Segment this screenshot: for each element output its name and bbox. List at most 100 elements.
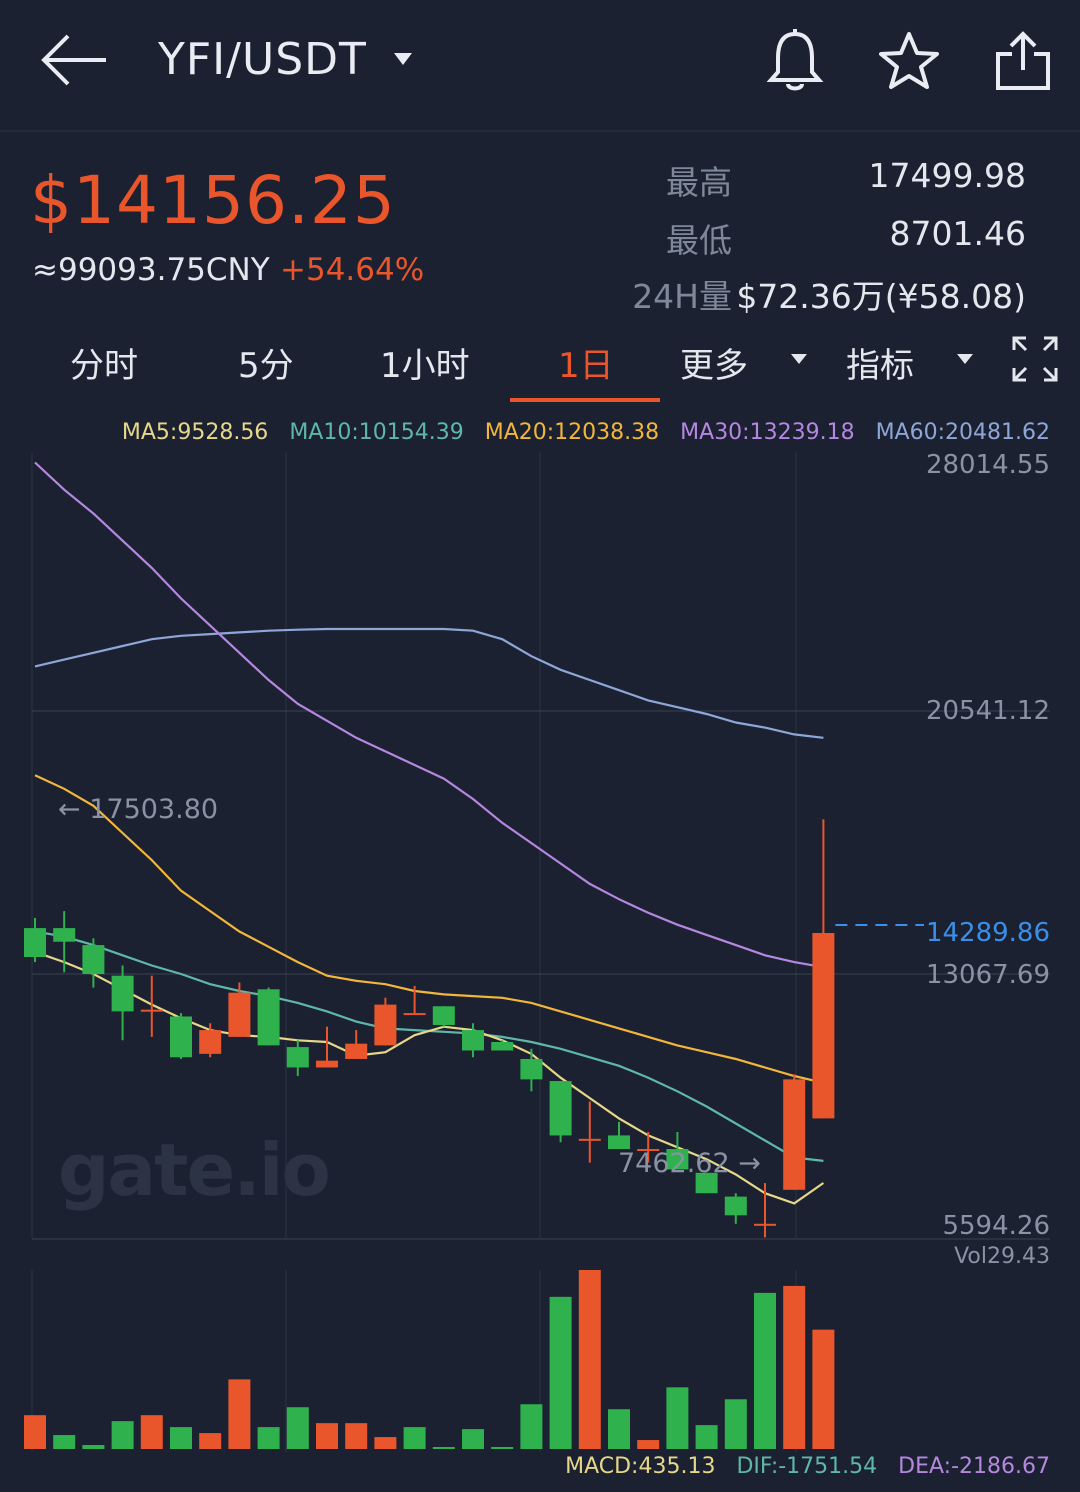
candle-body [170, 1016, 192, 1058]
tab-1hour[interactable]: 1小时 [380, 338, 470, 387]
active-tab-underline [510, 398, 660, 402]
candle-body [608, 1135, 630, 1150]
volume-bar [286, 1407, 309, 1449]
volume-bar [403, 1427, 426, 1449]
high-label: 最高 [666, 163, 732, 202]
share-icon[interactable] [994, 30, 1052, 92]
low-value: 8701.46 [889, 214, 1026, 253]
candle-body [403, 1013, 426, 1016]
macd-value: MACD:435.13 [565, 1454, 716, 1479]
candle-body [24, 928, 46, 958]
volume-bar [754, 1292, 776, 1449]
volume-bar [608, 1409, 630, 1449]
volume-bar [695, 1425, 718, 1449]
volume-bar [316, 1423, 338, 1449]
axis-label-mid1: 20541.12 [925, 696, 1050, 726]
back-arrow-icon[interactable] [40, 30, 110, 90]
volume-bar [549, 1296, 572, 1449]
candle-body [345, 1043, 368, 1059]
candle-body [53, 928, 76, 942]
star-icon[interactable] [878, 30, 940, 92]
volume-bar [783, 1285, 806, 1449]
volume-bar [812, 1329, 835, 1449]
candle-body [228, 992, 251, 1037]
candle-body [812, 933, 835, 1119]
last-price: $14156.25 [30, 162, 396, 239]
candle-body [462, 1030, 484, 1051]
candle-body [754, 1223, 776, 1226]
tab-1day[interactable]: 1日 [558, 338, 614, 387]
tab-more[interactable]: 更多 [680, 338, 748, 387]
pair-title[interactable]: YFI/USDT [158, 34, 367, 85]
volume-bar [53, 1435, 76, 1449]
ma30-line [34, 461, 824, 969]
candle-body [520, 1058, 543, 1080]
volume-bar [520, 1404, 543, 1449]
candle-body [724, 1196, 747, 1216]
bell-icon[interactable] [766, 28, 824, 94]
price-cny: ≈99093.75CNY [32, 252, 270, 288]
candle-body [491, 1041, 514, 1051]
volume-bar [170, 1427, 192, 1449]
ma-lines [34, 461, 825, 1205]
volume-bar [432, 1447, 455, 1449]
volume-bars [24, 1270, 835, 1449]
volume-bar [491, 1447, 514, 1449]
volume-bar [462, 1429, 484, 1449]
volume-bar [199, 1433, 222, 1449]
volume-bar [140, 1415, 163, 1449]
candle-body [578, 1138, 601, 1141]
volume-bar [345, 1423, 368, 1449]
low-marker: 7462.62 → [618, 1148, 761, 1179]
dea-value: DEA:-2186.67 [898, 1454, 1050, 1479]
candle-body [316, 1060, 338, 1068]
candle-body [140, 1009, 163, 1012]
volume-bar [111, 1421, 134, 1449]
low-marker-value: 7462.62 [618, 1148, 730, 1179]
dif-value: DIF:-1751.54 [736, 1454, 878, 1479]
ma60-line [34, 627, 824, 739]
price-change: +54.64% [280, 252, 425, 288]
caret-down-icon[interactable] [790, 352, 808, 366]
volume-bar [374, 1437, 397, 1449]
current-price-label: 14289.86 [925, 918, 1050, 948]
volume-bar [24, 1415, 46, 1449]
high-marker-value: 17503.80 [89, 794, 219, 825]
caret-down-icon[interactable] [956, 352, 974, 366]
low-label: 最低 [666, 221, 732, 260]
candle-body [549, 1081, 572, 1136]
tab-indicators[interactable]: 指标 [846, 338, 914, 387]
macd-legend: MACD:435.13 DIF:-1751.54 DEA:-2186.67 [551, 1454, 1050, 1479]
volume-label: Vol29.43 [954, 1244, 1050, 1269]
candle-body [374, 1004, 397, 1046]
volume-bar [257, 1427, 280, 1449]
candle-body [783, 1079, 806, 1190]
caret-down-icon[interactable] [392, 50, 414, 68]
top-bar: YFI/USDT [0, 0, 1080, 132]
volume-bar [637, 1440, 660, 1449]
axis-label-top: 28014.55 [925, 450, 1050, 480]
high-marker: ← 17503.80 [58, 794, 219, 825]
candle-body [111, 975, 134, 1012]
candle-body [432, 1006, 455, 1025]
tab-5min[interactable]: 5分 [238, 338, 294, 387]
axis-label-bottom: 5594.26 [942, 1211, 1050, 1241]
interval-tabs: 分时 5分 1小时 1日 更多 指标 [0, 330, 1080, 406]
ma10-line [34, 930, 824, 1162]
volume-24h-label: 24H量 [632, 277, 732, 316]
tab-timeshare[interactable]: 分时 [70, 338, 138, 387]
volume-bar [228, 1379, 251, 1449]
volume-bar [666, 1387, 689, 1449]
high-value: 17499.98 [868, 156, 1026, 195]
volume-bar [82, 1445, 105, 1449]
candle-body [199, 1030, 222, 1054]
volume-24h-value: $72.36万(¥58.08) [736, 277, 1026, 316]
candle-body [82, 945, 105, 974]
candle-body [286, 1047, 309, 1068]
volume-bar [578, 1270, 601, 1449]
axis-label-mid2: 13067.69 [925, 960, 1050, 990]
kline-chart[interactable] [0, 440, 1080, 1492]
candle-body [257, 989, 280, 1046]
volume-bar [724, 1399, 747, 1449]
fullscreen-icon[interactable] [1012, 336, 1058, 382]
